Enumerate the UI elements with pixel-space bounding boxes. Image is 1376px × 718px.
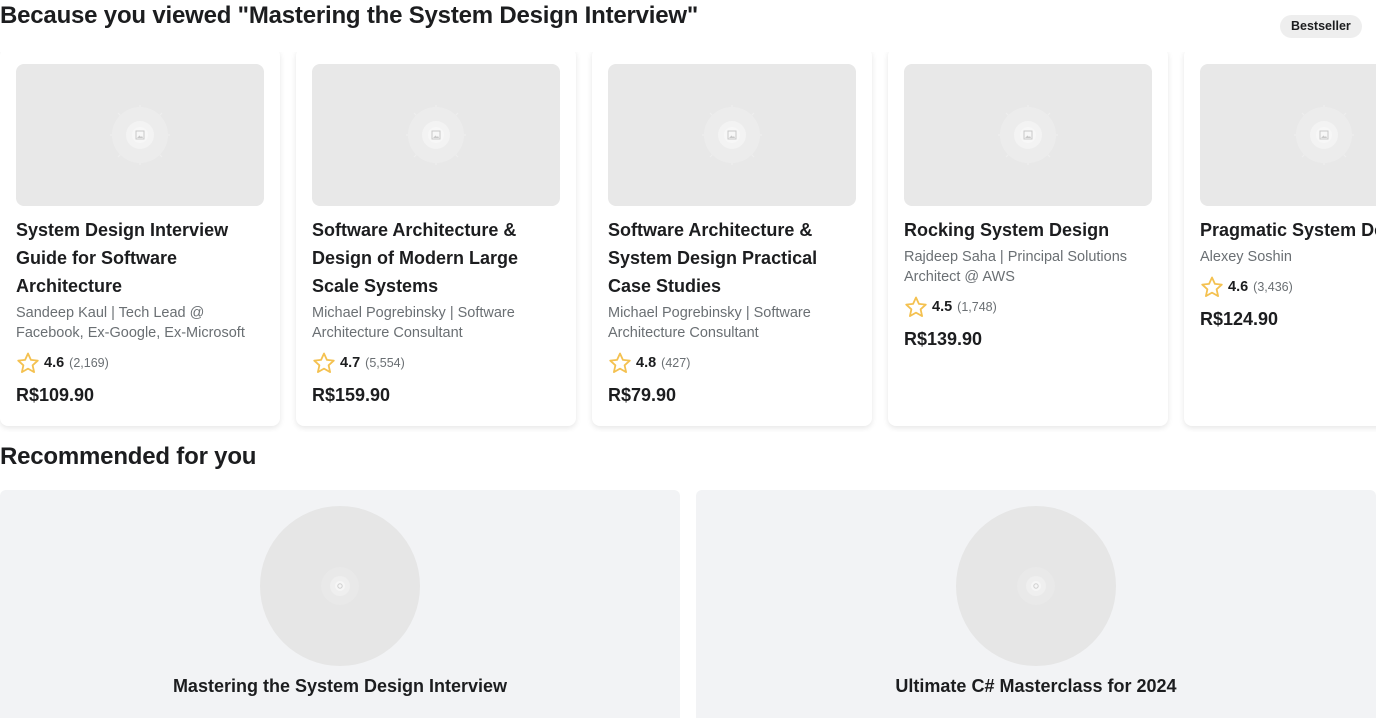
recommended-thumbnail[interactable] bbox=[956, 506, 1116, 666]
course-card[interactable]: Pragmatic System Design Alexey Soshin 4.… bbox=[1184, 52, 1376, 426]
rating-row: 4.5 (1,748) bbox=[904, 295, 1152, 319]
rating-value: 4.6 bbox=[1228, 279, 1249, 295]
star-outline-icon bbox=[17, 352, 39, 373]
course-thumbnail[interactable] bbox=[904, 64, 1152, 206]
course-title[interactable]: Software Architecture & Design of Modern… bbox=[312, 216, 560, 300]
star-outline-icon bbox=[313, 352, 335, 373]
course-title[interactable]: Pragmatic System Design bbox=[1200, 216, 1376, 244]
course-price: R$79.90 bbox=[608, 385, 677, 405]
course-author: Alexey Soshin bbox=[1200, 249, 1292, 265]
recommended-title[interactable]: Mastering the System Design Interview bbox=[0, 676, 680, 697]
review-count: (1,748) bbox=[957, 300, 997, 314]
image-placeholder-icon bbox=[998, 105, 1058, 165]
image-placeholder-icon bbox=[1294, 105, 1354, 165]
course-card[interactable]: Rocking System Design Rajdeep Saha | Pri… bbox=[888, 52, 1168, 426]
review-count: (3,436) bbox=[1253, 280, 1293, 294]
review-count: (5,554) bbox=[365, 356, 405, 370]
course-title[interactable]: Software Architecture & System Design Pr… bbox=[608, 216, 856, 300]
course-price: R$139.90 bbox=[904, 329, 983, 349]
recommended-card[interactable]: Ultimate C# Masterclass for 2024 bbox=[696, 490, 1376, 718]
course-author: Michael Pogrebinsky | Software Architect… bbox=[608, 305, 811, 341]
course-title[interactable]: System Design Interview Guide for Softwa… bbox=[16, 216, 264, 300]
course-price: R$109.90 bbox=[16, 385, 95, 405]
image-placeholder-icon bbox=[321, 567, 359, 605]
course-price: R$159.90 bbox=[312, 385, 391, 405]
rating-value: 4.6 bbox=[44, 355, 65, 371]
course-card[interactable]: Software Architecture & System Design Pr… bbox=[592, 52, 872, 426]
star-outline-icon bbox=[905, 296, 927, 317]
course-author: Sandeep Kaul | Tech Lead @ Facebook, Ex-… bbox=[16, 305, 245, 341]
course-thumbnail[interactable] bbox=[608, 64, 856, 206]
rating-value: 4.5 bbox=[932, 299, 953, 315]
image-placeholder-icon bbox=[1017, 567, 1055, 605]
course-price: R$124.90 bbox=[1200, 309, 1279, 329]
course-title[interactable]: Rocking System Design bbox=[904, 216, 1152, 244]
course-carousel: System Design Interview Guide for Softwa… bbox=[0, 52, 1376, 432]
rating-row: 4.6 (2,169) bbox=[16, 351, 264, 375]
course-thumbnail[interactable] bbox=[312, 64, 560, 206]
rating-row: 4.8 (427) bbox=[608, 351, 856, 375]
rating-value: 4.7 bbox=[340, 355, 361, 371]
recommended-card[interactable]: Mastering the System Design Interview bbox=[0, 490, 680, 718]
rating-row: 4.7 (5,554) bbox=[312, 351, 560, 375]
review-count: (2,169) bbox=[69, 356, 109, 370]
recommended-title[interactable]: Ultimate C# Masterclass for 2024 bbox=[696, 676, 1376, 697]
course-author: Michael Pogrebinsky | Software Architect… bbox=[312, 305, 515, 341]
course-thumbnail[interactable] bbox=[16, 64, 264, 206]
image-placeholder-icon bbox=[406, 105, 466, 165]
star-outline-icon bbox=[609, 352, 631, 373]
star-outline-icon bbox=[1201, 276, 1223, 297]
recommended-thumbnail[interactable] bbox=[260, 506, 420, 666]
course-author: Rajdeep Saha | Principal Solutions Archi… bbox=[904, 249, 1128, 285]
course-card[interactable]: System Design Interview Guide for Softwa… bbox=[0, 52, 280, 426]
bestseller-badge: Bestseller bbox=[1280, 15, 1362, 38]
course-card[interactable]: Software Architecture & Design of Modern… bbox=[296, 52, 576, 426]
section-title-because-you-viewed: Because you viewed "Mastering the System… bbox=[0, 2, 699, 29]
rating-value: 4.8 bbox=[636, 355, 657, 371]
image-placeholder-icon bbox=[702, 105, 762, 165]
course-thumbnail[interactable] bbox=[1200, 64, 1376, 206]
review-count: (427) bbox=[661, 356, 691, 370]
image-placeholder-icon bbox=[110, 105, 170, 165]
section-title-recommended: Recommended for you bbox=[0, 443, 257, 470]
rating-row: 4.6 (3,436) bbox=[1200, 275, 1376, 299]
